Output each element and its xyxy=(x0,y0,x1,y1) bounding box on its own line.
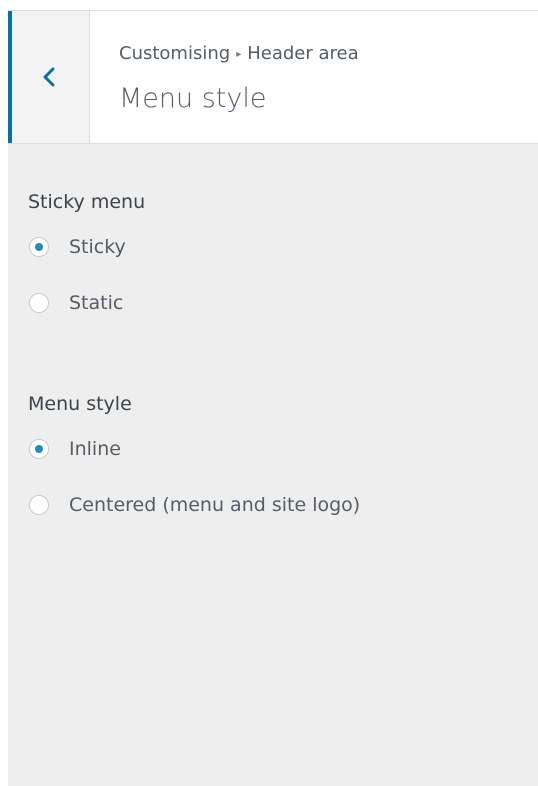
section-header: Customising ▸ Header area Menu style xyxy=(8,11,538,144)
option-label-centered: Centered (menu and site logo) xyxy=(69,494,361,516)
breadcrumb: Customising ▸ Header area xyxy=(119,43,359,64)
menu-style-title: Menu style xyxy=(28,393,132,415)
breadcrumb-parent: Customising xyxy=(119,43,231,64)
radio-inline[interactable] xyxy=(29,439,49,459)
option-inline[interactable]: Inline xyxy=(28,421,360,477)
chevron-left-icon xyxy=(43,67,55,87)
customizer-panel: Customising ▸ Header area Menu style Stick… xyxy=(8,10,538,786)
back-button[interactable] xyxy=(8,11,90,143)
radio-static[interactable] xyxy=(29,293,49,313)
menu-style-section: Menu style Inline Centered (menu and sit… xyxy=(28,391,360,533)
page-title: Menu style xyxy=(119,83,267,114)
option-static[interactable]: Static xyxy=(28,275,145,331)
breadcrumb-separator: ▸ xyxy=(236,49,242,60)
option-centered[interactable]: Centered (menu and site logo) xyxy=(28,477,360,533)
sticky-menu-title: Sticky menu xyxy=(28,191,146,213)
radio-sticky[interactable] xyxy=(29,237,49,257)
option-label-sticky: Sticky xyxy=(69,236,126,258)
radio-centered[interactable] xyxy=(29,495,49,515)
breadcrumb-section: Header area xyxy=(247,43,359,64)
option-sticky[interactable]: Sticky xyxy=(28,219,145,275)
option-label-inline: Inline xyxy=(69,438,121,460)
sticky-menu-section: Sticky menu Sticky Static xyxy=(28,189,145,331)
option-label-static: Static xyxy=(69,292,124,314)
